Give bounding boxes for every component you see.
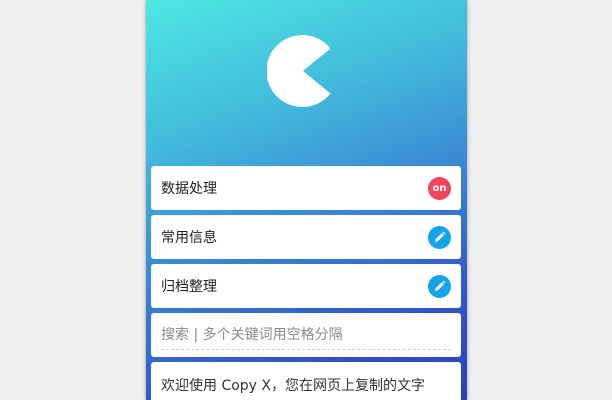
menu-item-label: 常用信息 xyxy=(161,230,217,246)
toggle-on-badge[interactable]: on xyxy=(428,176,451,200)
app-panel: 数据处理 on 常用信息 归档整理 欢迎使用 Copy X，您在网页上复制的文字 xyxy=(146,0,467,400)
menu-item-common-info[interactable]: 常用信息 xyxy=(151,215,461,259)
welcome-text: 欢迎使用 Copy X，您在网页上复制的文字 xyxy=(161,378,426,394)
search-card xyxy=(151,313,461,357)
welcome-message: 欢迎使用 Copy X，您在网页上复制的文字 xyxy=(151,362,461,400)
menu-item-archive[interactable]: 归档整理 xyxy=(151,264,461,308)
menu-item-label: 数据处理 xyxy=(161,181,217,197)
pacman-logo-icon xyxy=(267,35,331,107)
menu-item-data-processing[interactable]: 数据处理 on xyxy=(151,166,461,210)
pencil-icon[interactable] xyxy=(428,274,451,298)
search-input[interactable] xyxy=(161,322,451,350)
pencil-icon[interactable] xyxy=(428,225,451,249)
menu-item-label: 归档整理 xyxy=(161,279,217,295)
